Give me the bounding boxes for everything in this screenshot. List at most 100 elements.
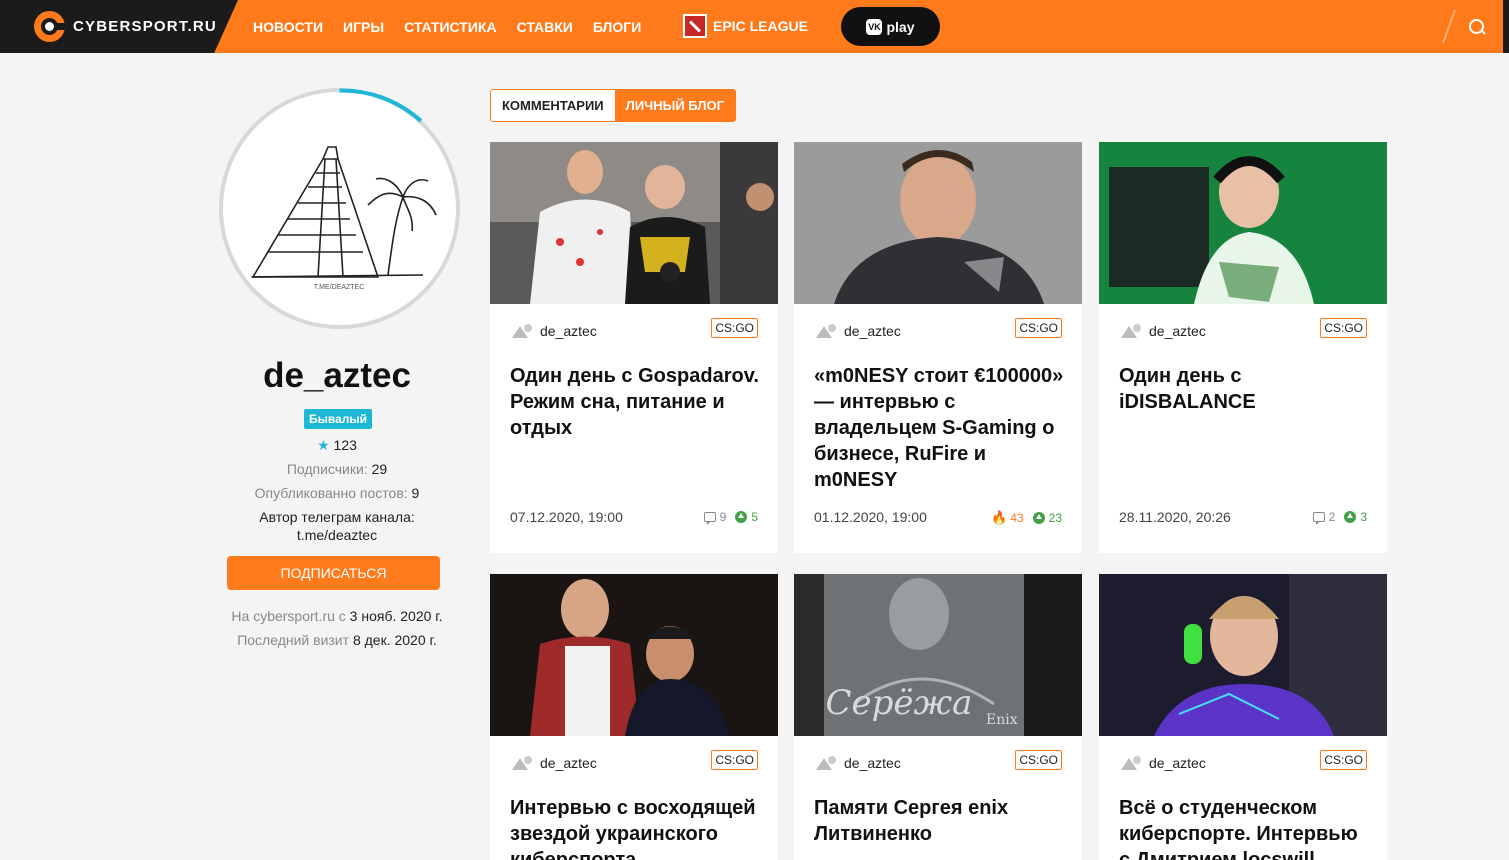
svg-text:T.ME/DEAZTEC: T.ME/DEAZTEC: [314, 284, 365, 291]
post-image: [490, 142, 778, 304]
post-meta: 2 3: [1304, 510, 1367, 525]
search-icon[interactable]: [1462, 13, 1492, 41]
post-image: Серёжа Enix: [794, 574, 1082, 736]
post-date: 01.12.2020, 19:00: [814, 509, 927, 525]
posts-label: Опубликованно постов:: [254, 485, 408, 501]
subscribers-label: Подписчики:: [286, 461, 368, 477]
post-author[interactable]: de_aztec: [1119, 754, 1206, 772]
post-card[interactable]: de_aztec CS:GO Интервью с восходящей зве…: [490, 574, 778, 860]
rank-badge: Бывалый: [304, 409, 373, 429]
vk-icon: VK: [866, 18, 883, 35]
subscribe-button[interactable]: ПОДПИСАТЬСЯ: [227, 556, 440, 590]
dota-icon: [683, 14, 707, 38]
nav-news[interactable]: НОВОСТИ: [253, 19, 323, 35]
star-icon: ★: [317, 437, 330, 453]
rating-value: 3: [1360, 510, 1367, 524]
comments-value: 9: [719, 510, 727, 524]
nav-stats[interactable]: СТАТИСТИКА: [404, 19, 497, 35]
game-badge[interactable]: CS:GO: [1320, 750, 1367, 770]
image-inscription-sub: Enix: [986, 712, 1018, 728]
hot-value: 43: [1010, 511, 1024, 525]
post-image: [794, 142, 1082, 304]
post-author[interactable]: de_aztec: [814, 754, 901, 772]
post-title[interactable]: Всё о студенческом киберспорте. Интервью…: [1119, 795, 1371, 860]
site-header: CYBERSPORT.RU НОВОСТИ ИГРЫ СТАТИСТИКА СТ…: [0, 0, 1509, 53]
author-name: de_aztec: [844, 323, 901, 339]
site-logo[interactable]: CYBERSPORT.RU: [0, 0, 238, 53]
post-card[interactable]: de_aztec CS:GO Один день с iDISBALANCE 2…: [1099, 142, 1387, 553]
author-name: de_aztec: [1149, 755, 1206, 771]
post-author[interactable]: de_aztec: [510, 322, 597, 340]
game-badge[interactable]: CS:GO: [711, 318, 758, 338]
nav-bets[interactable]: СТАВКИ: [517, 19, 573, 35]
main-nav: НОВОСТИ ИГРЫ СТАТИСТИКА СТАВКИ БЛОГИ: [253, 0, 661, 53]
author-avatar-icon: [814, 754, 838, 772]
rating-count: 23: [1032, 511, 1062, 525]
pyramid-sketch-image: T.ME/DEAZTEC: [247, 146, 437, 291]
post-card[interactable]: de_aztec CS:GO Один день с Gospadarov. Р…: [490, 142, 778, 553]
hot-count: 🔥 43: [991, 510, 1024, 526]
post-title[interactable]: «m0NESY стоит €100000» — интервью с влад…: [814, 363, 1066, 493]
last-visit-row: Последний визит 8 дек. 2020 г.: [219, 632, 455, 648]
author-avatar-icon: [814, 322, 838, 340]
post-card[interactable]: de_aztec CS:GO «m0NESY стоит €100000» — …: [794, 142, 1082, 553]
post-author[interactable]: de_aztec: [510, 754, 597, 772]
posts-value: 9: [411, 485, 420, 501]
last-visit-label: Последний визит: [237, 632, 350, 648]
post-image: [1099, 574, 1387, 736]
upvote-icon: [735, 511, 748, 523]
nav-blogs[interactable]: БЛОГИ: [593, 19, 641, 35]
rating-row: ★ 123: [219, 437, 455, 454]
subscribers-row: Подписчики: 29: [219, 461, 455, 477]
post-card[interactable]: de_aztec CS:GO Всё о студенческом киберс…: [1099, 574, 1387, 860]
author-avatar-icon: [510, 322, 534, 340]
post-author[interactable]: de_aztec: [814, 322, 901, 340]
author-name: de_aztec: [540, 755, 597, 771]
vkplay-label: play: [886, 18, 915, 35]
posts-row: Опубликованно постов: 9: [219, 485, 455, 501]
telegram-link[interactable]: t.me/deaztec: [219, 527, 455, 543]
author-name: de_aztec: [844, 755, 901, 771]
game-badge[interactable]: CS:GO: [1320, 318, 1367, 338]
game-badge[interactable]: CS:GO: [1015, 318, 1062, 338]
header-edge: [1503, 0, 1509, 53]
post-author[interactable]: de_aztec: [1119, 322, 1206, 340]
rating-value: 23: [1048, 511, 1062, 525]
rating-count: 5: [735, 510, 758, 524]
profile-tabs: КОММЕНТАРИИ ЛИЧНЫЙ БЛОГ: [490, 89, 736, 122]
tab-personal-blog[interactable]: ЛИЧНЫЙ БЛОГ: [614, 90, 735, 121]
post-date: 07.12.2020, 19:00: [510, 509, 623, 525]
profile-username: de_aztec: [263, 356, 411, 395]
upvote-icon: [1344, 511, 1357, 523]
member-since-row: На cybersport.ru с 3 нояб. 2020 г.: [219, 608, 455, 624]
comments-count[interactable]: 9: [703, 510, 727, 525]
author-avatar-icon: [1119, 754, 1143, 772]
comments-count[interactable]: 2: [1312, 510, 1335, 525]
author-name: de_aztec: [540, 323, 597, 339]
post-meta: 9 5: [695, 510, 758, 525]
post-card[interactable]: Серёжа Enix de_aztec CS:GO Памяти Сергея…: [794, 574, 1082, 860]
post-meta: 🔥 43 23: [982, 510, 1062, 526]
author-name: de_aztec: [1149, 323, 1206, 339]
post-title[interactable]: Один день с iDISBALANCE: [1119, 363, 1371, 415]
game-badge[interactable]: CS:GO: [1015, 750, 1062, 770]
header-divider: [1441, 10, 1457, 43]
post-date: 28.11.2020, 20:26: [1119, 509, 1231, 525]
avatar[interactable]: T.ME/DEAZTEC: [228, 97, 451, 320]
post-title[interactable]: Памяти Сергея enix Литвиненко: [814, 795, 1066, 847]
tab-comments[interactable]: КОММЕНТАРИИ: [491, 90, 615, 121]
nav-games[interactable]: ИГРЫ: [343, 19, 384, 35]
vkplay-button[interactable]: VK play: [841, 7, 940, 46]
author-avatar-icon: [1119, 322, 1143, 340]
author-avatar-icon: [510, 754, 534, 772]
epic-league-link[interactable]: EPIC LEAGUE: [683, 14, 808, 38]
post-title[interactable]: Один день с Gospadarov. Режим сна, питан…: [510, 363, 762, 441]
post-image: [490, 574, 778, 736]
comment-icon: [1312, 512, 1325, 525]
post-title[interactable]: Интервью с восходящей звездой украинског…: [510, 795, 762, 860]
last-visit-value: 8 дек. 2020 г.: [352, 632, 437, 648]
game-badge[interactable]: CS:GO: [711, 750, 758, 770]
logo-text: CYBERSPORT.RU: [73, 18, 217, 35]
fire-icon: 🔥: [991, 510, 1008, 525]
rating-value: 5: [751, 510, 758, 524]
